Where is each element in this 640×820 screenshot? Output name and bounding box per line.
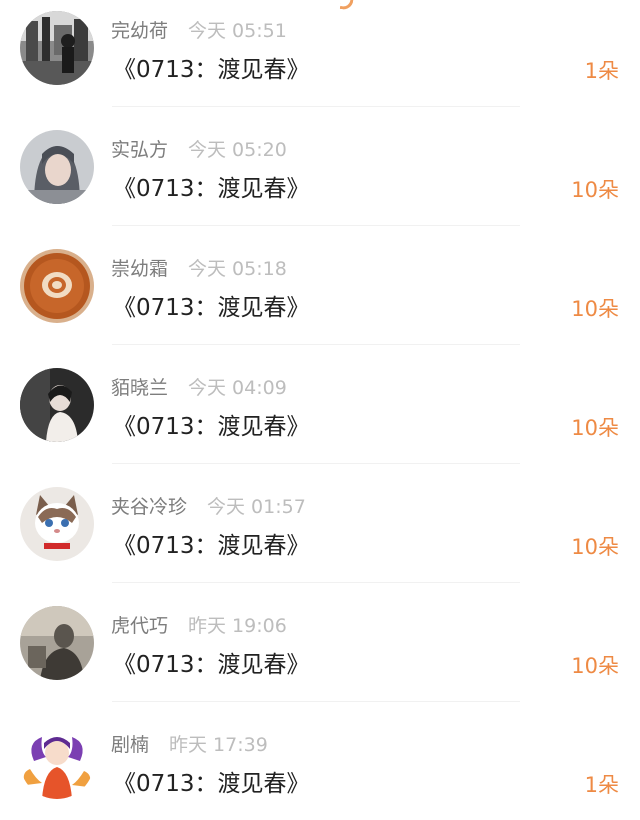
avatar-anime-fox-girl-icon[interactable] (20, 725, 94, 799)
avatar-woman-dark-icon[interactable] (20, 368, 94, 442)
divider (112, 106, 520, 107)
record-meta: 剧楠 昨天 17:39 (111, 729, 268, 757)
flower-count: 10朵 (571, 297, 619, 321)
work-title[interactable]: 《0713：渡见春》 (113, 169, 310, 203)
flower-count: 1朵 (584, 773, 619, 797)
timestamp: 今天 05:18 (188, 257, 287, 280)
username[interactable]: 崇幼霜 (111, 254, 168, 281)
timestamp: 今天 04:09 (188, 376, 287, 399)
work-title[interactable]: 《0713：渡见春》 (113, 407, 310, 441)
timestamp: 昨天 17:39 (169, 733, 268, 756)
username[interactable]: 剧楠 (111, 730, 149, 757)
list-item[interactable]: 貊晓兰 今天 04:09 《0713：渡见春》 10朵 (0, 357, 640, 476)
username[interactable]: 貊晓兰 (111, 373, 168, 400)
flower-count: 1朵 (584, 59, 619, 83)
list-item[interactable]: 剧楠 昨天 17:39 《0713：渡见春》 1朵 (0, 714, 640, 820)
record-meta: 实弘方 今天 05:20 (111, 134, 287, 162)
list-item[interactable]: 完幼荷 今天 05:51 《0713：渡见春》 1朵 (0, 0, 640, 119)
avatar-vintage-photo-icon[interactable] (20, 606, 94, 680)
timestamp: 昨天 19:06 (188, 614, 287, 637)
work-title[interactable]: 《0713：渡见春》 (113, 50, 310, 84)
username[interactable]: 完幼荷 (111, 16, 168, 43)
gift-record-screen: 完幼荷 今天 05:51 《0713：渡见春》 1朵 实弘方 今天 05:20 (0, 0, 640, 820)
record-meta: 夹谷冷珍 今天 01:57 (111, 491, 306, 519)
list-item[interactable]: 虎代巧 昨天 19:06 《0713：渡见春》 10朵 (0, 595, 640, 714)
list-item[interactable]: 夹谷冷珍 今天 01:57 《0713：渡见春》 10朵 (0, 476, 640, 595)
record-meta: 虎代巧 昨天 19:06 (111, 610, 287, 638)
avatar-ragdoll-cat-icon[interactable] (20, 487, 94, 561)
divider (112, 582, 520, 583)
divider (112, 344, 520, 345)
username[interactable]: 夹谷冷珍 (111, 492, 187, 519)
username[interactable]: 虎代巧 (111, 611, 168, 638)
work-title[interactable]: 《0713：渡见春》 (113, 764, 310, 798)
flower-count: 10朵 (571, 416, 619, 440)
divider (112, 701, 520, 702)
record-meta: 完幼荷 今天 05:51 (111, 15, 287, 43)
flower-count: 10朵 (571, 654, 619, 678)
avatar-latte-art-icon[interactable] (20, 249, 94, 323)
flower-count: 10朵 (571, 178, 619, 202)
timestamp: 今天 01:57 (207, 495, 306, 518)
divider (112, 225, 520, 226)
timestamp: 今天 05:51 (188, 19, 287, 42)
avatar-girl-portrait-icon[interactable] (20, 130, 94, 204)
list-item[interactable]: 实弘方 今天 05:20 《0713：渡见春》 10朵 (0, 119, 640, 238)
work-title[interactable]: 《0713：渡见春》 (113, 645, 310, 679)
timestamp: 今天 05:20 (188, 138, 287, 161)
list-item[interactable]: 崇幼霜 今天 05:18 《0713：渡见春》 10朵 (0, 238, 640, 357)
work-title[interactable]: 《0713：渡见春》 (113, 526, 310, 560)
divider (112, 463, 520, 464)
username[interactable]: 实弘方 (111, 135, 168, 162)
avatar-street-photo-icon[interactable] (20, 11, 94, 85)
work-title[interactable]: 《0713：渡见春》 (113, 288, 310, 322)
record-meta: 貊晓兰 今天 04:09 (111, 372, 287, 400)
gift-record-list[interactable]: 完幼荷 今天 05:51 《0713：渡见春》 1朵 实弘方 今天 05:20 (0, 0, 640, 820)
flower-count: 10朵 (571, 535, 619, 559)
record-meta: 崇幼霜 今天 05:18 (111, 253, 287, 281)
